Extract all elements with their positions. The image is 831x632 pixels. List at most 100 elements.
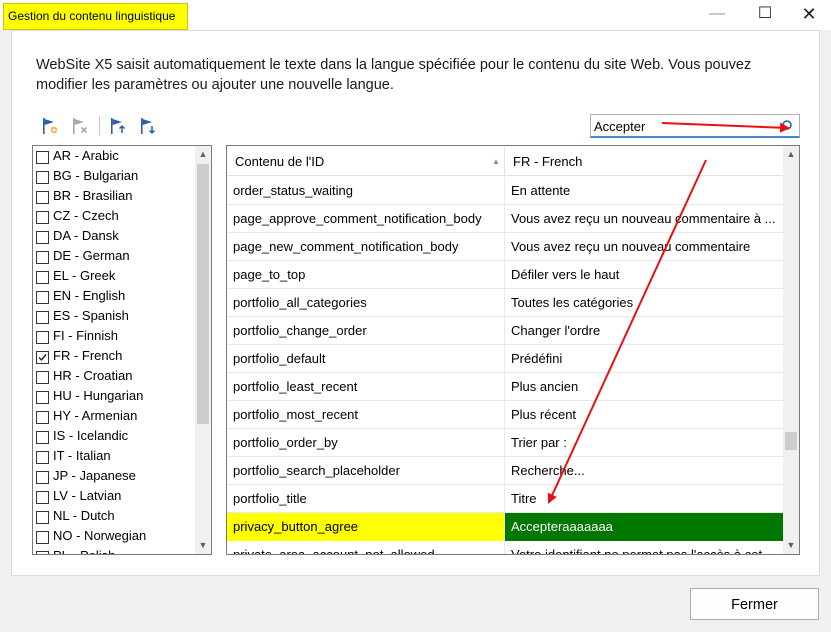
- table-row[interactable]: page_new_comment_notification_body Vous a…: [227, 233, 783, 261]
- language-checkbox[interactable]: [36, 191, 49, 204]
- search-input[interactable]: [594, 117, 774, 135]
- table-row[interactable]: portfolio_order_by Trier par :: [227, 429, 783, 457]
- translation-cell[interactable]: Défiler vers le haut: [505, 261, 783, 289]
- id-cell[interactable]: page_to_top: [227, 261, 505, 289]
- language-checkbox[interactable]: [36, 391, 49, 404]
- language-checkbox[interactable]: [36, 431, 49, 444]
- language-checkbox[interactable]: [36, 311, 49, 324]
- column-header-id[interactable]: Contenu de l'ID ▲: [227, 146, 505, 176]
- language-item[interactable]: IT - Italian: [33, 447, 195, 467]
- table-row[interactable]: portfolio_search_placeholder Recherche...: [227, 457, 783, 485]
- id-cell[interactable]: page_new_comment_notification_body: [227, 233, 505, 261]
- column-header-language[interactable]: FR - French: [505, 146, 783, 176]
- language-item[interactable]: BG - Bulgarian: [33, 167, 195, 187]
- language-item[interactable]: HY - Armenian: [33, 407, 195, 427]
- remove-language-icon[interactable]: [70, 116, 90, 136]
- language-item[interactable]: BR - Brasilian: [33, 187, 195, 207]
- table-row[interactable]: portfolio_default Prédéfini: [227, 345, 783, 373]
- language-item[interactable]: JP - Japanese: [33, 467, 195, 487]
- language-item[interactable]: FR - French: [33, 347, 195, 367]
- language-checkbox[interactable]: [36, 211, 49, 224]
- scroll-thumb[interactable]: [197, 164, 209, 424]
- language-checkbox[interactable]: [36, 371, 49, 384]
- id-cell[interactable]: portfolio_least_recent: [227, 373, 505, 401]
- id-cell[interactable]: portfolio_default: [227, 345, 505, 373]
- table-row[interactable]: portfolio_least_recent Plus ancien: [227, 373, 783, 401]
- translation-cell[interactable]: Plus récent: [505, 401, 783, 429]
- table-row[interactable]: portfolio_most_recent Plus récent: [227, 401, 783, 429]
- language-item[interactable]: LV - Latvian: [33, 487, 195, 507]
- language-item[interactable]: AR - Arabic: [33, 147, 195, 167]
- language-item[interactable]: CZ - Czech: [33, 207, 195, 227]
- grid-scrollbar[interactable]: ▲ ▼: [783, 146, 799, 554]
- language-checkbox[interactable]: [36, 151, 49, 164]
- add-language-icon[interactable]: [40, 116, 60, 136]
- translation-cell[interactable]: Vous avez reçu un nouveau commentaire: [505, 233, 783, 261]
- translation-grid[interactable]: private_area_account_not_allowed Votre id…: [226, 145, 800, 555]
- language-checkbox[interactable]: [36, 331, 49, 344]
- id-cell[interactable]: portfolio_most_recent: [227, 401, 505, 429]
- move-down-icon[interactable]: [138, 116, 158, 136]
- id-cell[interactable]: portfolio_all_categories: [227, 289, 505, 317]
- scroll-thumb[interactable]: [785, 432, 797, 450]
- scroll-up-icon[interactable]: ▲: [783, 146, 799, 163]
- table-row-selected[interactable]: privacy_button_agree Accepteraaaaaaa: [227, 513, 783, 541]
- table-row[interactable]: portfolio_change_order Changer l'ordre: [227, 317, 783, 345]
- translation-cell[interactable]: Toutes les catégories: [505, 289, 783, 317]
- language-item[interactable]: HR - Croatian: [33, 367, 195, 387]
- translation-cell[interactable]: Changer l'ordre: [505, 317, 783, 345]
- table-row[interactable]: private_area_account_not_allowed Votre id…: [227, 541, 783, 554]
- table-row[interactable]: portfolio_all_categories Toutes les catég…: [227, 289, 783, 317]
- language-item[interactable]: DA - Dansk: [33, 227, 195, 247]
- language-item[interactable]: EN - English: [33, 287, 195, 307]
- language-item[interactable]: ES - Spanish: [33, 307, 195, 327]
- maximize-icon[interactable]: ☐: [742, 0, 788, 30]
- table-row[interactable]: portfolio_title Titre: [227, 485, 783, 513]
- language-checkbox[interactable]: [36, 271, 49, 284]
- id-cell[interactable]: portfolio_title: [227, 485, 505, 513]
- language-list-scrollbar[interactable]: ▲ ▼: [195, 146, 211, 554]
- translation-cell[interactable]: Vous avez reçu un nouveau commentaire à …: [505, 205, 783, 233]
- language-item[interactable]: NL - Dutch: [33, 507, 195, 527]
- language-checkbox[interactable]: [36, 291, 49, 304]
- language-item[interactable]: HU - Hungarian: [33, 387, 195, 407]
- table-row[interactable]: order_status_waiting En attente: [227, 177, 783, 205]
- language-checkbox[interactable]: [36, 471, 49, 484]
- translation-cell[interactable]: Trier par :: [505, 429, 783, 457]
- search-box[interactable]: [590, 114, 800, 138]
- scroll-down-icon[interactable]: ▼: [195, 537, 211, 554]
- language-checkbox[interactable]: [36, 511, 49, 524]
- id-cell[interactable]: portfolio_change_order: [227, 317, 505, 345]
- scroll-down-icon[interactable]: ▼: [783, 537, 799, 554]
- translation-cell[interactable]: Accepteraaaaaaa: [505, 513, 783, 541]
- table-row[interactable]: page_approve_comment_notification_body Vo…: [227, 205, 783, 233]
- search-icon[interactable]: [779, 119, 793, 133]
- language-checkbox[interactable]: [36, 231, 49, 244]
- translation-cell[interactable]: Titre: [505, 485, 783, 513]
- id-cell[interactable]: order_status_waiting: [227, 177, 505, 205]
- close-icon[interactable]: ✕: [786, 0, 831, 30]
- language-item[interactable]: FI - Finnish: [33, 327, 195, 347]
- close-button[interactable]: Fermer: [690, 588, 819, 620]
- move-up-icon[interactable]: [108, 116, 128, 136]
- table-row[interactable]: page_to_top Défiler vers le haut: [227, 261, 783, 289]
- language-checkbox[interactable]: [36, 351, 49, 364]
- language-list[interactable]: PL - Polish NO - Norwegian NL - Dutch LV - …: [32, 145, 212, 555]
- language-checkbox[interactable]: [36, 551, 49, 554]
- language-item[interactable]: IS - Icelandic: [33, 427, 195, 447]
- id-cell[interactable]: portfolio_search_placeholder: [227, 457, 505, 485]
- scroll-up-icon[interactable]: ▲: [195, 146, 211, 163]
- id-cell[interactable]: private_area_account_not_allowed: [227, 541, 505, 554]
- id-cell[interactable]: portfolio_order_by: [227, 429, 505, 457]
- id-cell[interactable]: page_approve_comment_notification_body: [227, 205, 505, 233]
- translation-cell[interactable]: Votre identifiant ne permet pas l'accès …: [505, 541, 783, 554]
- translation-cell[interactable]: En attente: [505, 177, 783, 205]
- translation-cell[interactable]: Recherche...: [505, 457, 783, 485]
- id-cell[interactable]: privacy_button_agree: [227, 513, 505, 541]
- language-item[interactable]: PL - Polish: [33, 547, 195, 554]
- translation-cell[interactable]: Prédéfini: [505, 345, 783, 373]
- language-item[interactable]: DE - German: [33, 247, 195, 267]
- language-checkbox[interactable]: [36, 411, 49, 424]
- translation-cell[interactable]: Plus ancien: [505, 373, 783, 401]
- language-item[interactable]: NO - Norwegian: [33, 527, 195, 547]
